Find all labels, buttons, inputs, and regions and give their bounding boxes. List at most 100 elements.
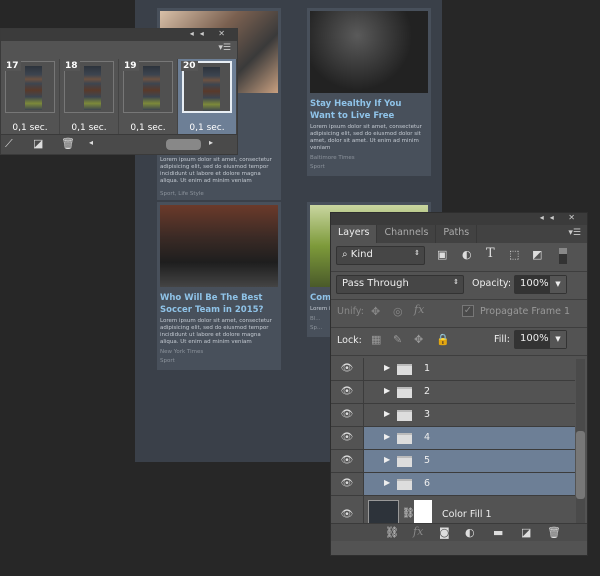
fill-input[interactable]: 100% ▼ xyxy=(514,330,567,349)
lock-position-icon[interactable]: ✥ xyxy=(414,333,423,346)
article-text: Lorem ipsum dolor sit amet, consectetur … xyxy=(160,157,272,184)
article-text: Lorem ipsum dolor sit amet, consectetur … xyxy=(160,318,272,345)
folder-icon xyxy=(397,364,412,375)
frame-number: 17 xyxy=(4,61,21,71)
fx-icon[interactable]: fx xyxy=(413,525,423,538)
visibility-eye-icon[interactable]: 👁 xyxy=(339,409,355,420)
layer-row-group[interactable]: 👁 ▶ 4 xyxy=(331,427,575,450)
article-title: Stay Healthy If You Want to Live Free xyxy=(310,99,402,121)
unify-position-icon[interactable]: ✥ xyxy=(371,305,380,318)
folder-icon xyxy=(397,479,412,490)
blend-mode-value: Pass Through xyxy=(342,278,409,289)
image-filter-icon[interactable]: ▣ xyxy=(437,248,447,261)
panel-menu-icon[interactable]: ▾☰ xyxy=(568,228,581,238)
lock-image-icon[interactable]: ✎ xyxy=(393,333,402,346)
timeline-frame-selected[interactable]: 20 0,1 sec. xyxy=(178,59,237,136)
unify-label: Unify: xyxy=(337,306,364,317)
layer-name: Color Fill 1 xyxy=(442,509,492,520)
frame-delay[interactable]: 0,1 sec. xyxy=(178,123,236,133)
frame-delay[interactable]: 0,1 sec. xyxy=(60,123,118,133)
article-text: Lorem ipsum dolor sit amet, consectetur … xyxy=(310,124,422,151)
article-image xyxy=(160,205,278,287)
visibility-eye-icon[interactable]: 👁 xyxy=(339,455,355,466)
visibility-eye-icon[interactable]: 👁 xyxy=(339,363,355,374)
tween-icon[interactable]: ⟋ xyxy=(5,137,13,151)
frame-number: 18 xyxy=(63,61,80,71)
link-icon[interactable]: ⛓ xyxy=(402,508,415,519)
layers-panel: ◂◂ ✕ Layers Channels Paths ▾☰ ⌕ Kind ⇕ ▣ … xyxy=(330,212,588,556)
unify-style-icon[interactable]: fx xyxy=(414,303,424,316)
layer-row-group[interactable]: 👁 ▶ 2 xyxy=(331,381,575,404)
shape-filter-icon[interactable]: ⬚ xyxy=(509,248,519,261)
panel-menu-icon[interactable]: ▾☰ xyxy=(218,43,231,53)
duplicate-frame-icon[interactable]: ◪ xyxy=(33,137,43,150)
propagate-label: Propagate Frame 1 xyxy=(480,306,571,317)
tab-paths[interactable]: Paths xyxy=(436,225,478,243)
new-layer-icon[interactable]: ◪ xyxy=(521,526,531,539)
fill-value: 100% xyxy=(520,333,549,344)
expand-arrow-icon[interactable]: ▶ xyxy=(384,386,390,395)
frame-delay[interactable]: 0,1 sec. xyxy=(119,123,177,133)
scroll-right-icon[interactable]: ▸ xyxy=(209,138,213,147)
article-image xyxy=(310,11,428,93)
article-card: Who Will Be The Best Soccer Team in 2015… xyxy=(157,202,281,370)
adjustment-layer-icon[interactable]: ◐ xyxy=(465,526,475,539)
filter-value: Kind xyxy=(350,249,373,260)
timeline-frame[interactable]: 17 0,1 sec. xyxy=(1,59,60,136)
timeline-frame[interactable]: 18 0,1 sec. xyxy=(60,59,119,136)
tab-layers[interactable]: Layers xyxy=(331,225,378,243)
layer-name: 5 xyxy=(424,455,431,466)
article-source: Baltimore Times xyxy=(310,155,355,161)
layer-name: 1 xyxy=(424,363,431,374)
unify-visibility-icon[interactable]: ◎ xyxy=(393,305,403,318)
layer-name: 2 xyxy=(424,386,431,397)
layers-scrollbar[interactable] xyxy=(576,359,585,529)
adjustment-filter-icon[interactable]: ◐ xyxy=(462,248,472,261)
article-title: Who Will Be The Best Soccer Team in 2015… xyxy=(160,293,264,315)
scrollbar-thumb[interactable] xyxy=(576,431,585,499)
panel-controls[interactable]: ◂◂ ✕ xyxy=(190,29,231,38)
filter-kind-select[interactable]: ⌕ Kind ⇕ xyxy=(336,246,425,265)
expand-arrow-icon[interactable]: ▶ xyxy=(384,363,390,372)
article-tag: Sport, Life Style xyxy=(160,191,204,197)
frame-number: 19 xyxy=(122,61,139,71)
scrollbar-thumb[interactable] xyxy=(166,139,201,150)
layer-name: 3 xyxy=(424,409,431,420)
expand-arrow-icon[interactable]: ▶ xyxy=(384,432,390,441)
smart-object-filter-icon[interactable]: ◩ xyxy=(532,248,542,261)
propagate-checkbox[interactable]: ✓ xyxy=(462,305,474,317)
expand-arrow-icon[interactable]: ▶ xyxy=(384,478,390,487)
panel-controls[interactable]: ◂◂ ✕ xyxy=(540,213,581,222)
trash-icon[interactable]: 🗑 xyxy=(547,526,561,539)
type-filter-icon[interactable]: T xyxy=(486,246,495,261)
folder-icon xyxy=(397,410,412,421)
layer-row-group[interactable]: 👁 ▶ 6 xyxy=(331,473,575,496)
lock-all-icon[interactable]: 🔒 xyxy=(436,333,450,346)
article-tag: Sport xyxy=(310,164,325,170)
scroll-left-icon[interactable]: ◂ xyxy=(89,138,93,147)
opacity-label: Opacity: xyxy=(472,278,512,289)
expand-arrow-icon[interactable]: ▶ xyxy=(384,455,390,464)
visibility-eye-icon[interactable]: 👁 xyxy=(339,509,355,520)
opacity-value: 100% xyxy=(520,278,549,289)
link-layers-icon[interactable]: ⛓ xyxy=(385,526,399,539)
trash-icon[interactable]: 🗑 xyxy=(61,137,75,150)
layer-row-group[interactable]: 👁 ▶ 5 xyxy=(331,450,575,473)
tab-channels[interactable]: Channels xyxy=(377,225,437,243)
add-mask-icon[interactable]: ◙ xyxy=(439,526,450,539)
layer-name: 6 xyxy=(424,478,431,489)
layer-row-group[interactable]: 👁 ▶ 1 xyxy=(331,358,575,381)
blend-mode-select[interactable]: Pass Through ⇕ xyxy=(336,275,464,294)
timeline-frame[interactable]: 19 0,1 sec. xyxy=(119,59,178,136)
folder-icon xyxy=(397,433,412,444)
new-group-icon[interactable]: ▬ xyxy=(493,526,503,539)
expand-arrow-icon[interactable]: ▶ xyxy=(384,409,390,418)
filter-toggle[interactable] xyxy=(559,248,567,264)
layer-row-group[interactable]: 👁 ▶ 3 xyxy=(331,404,575,427)
frame-delay[interactable]: 0,1 sec. xyxy=(1,123,59,133)
opacity-input[interactable]: 100% ▼ xyxy=(514,275,567,294)
visibility-eye-icon[interactable]: 👁 xyxy=(339,478,355,489)
visibility-eye-icon[interactable]: 👁 xyxy=(339,386,355,397)
visibility-eye-icon[interactable]: 👁 xyxy=(339,432,355,443)
lock-transparent-icon[interactable]: ▦ xyxy=(371,333,381,346)
